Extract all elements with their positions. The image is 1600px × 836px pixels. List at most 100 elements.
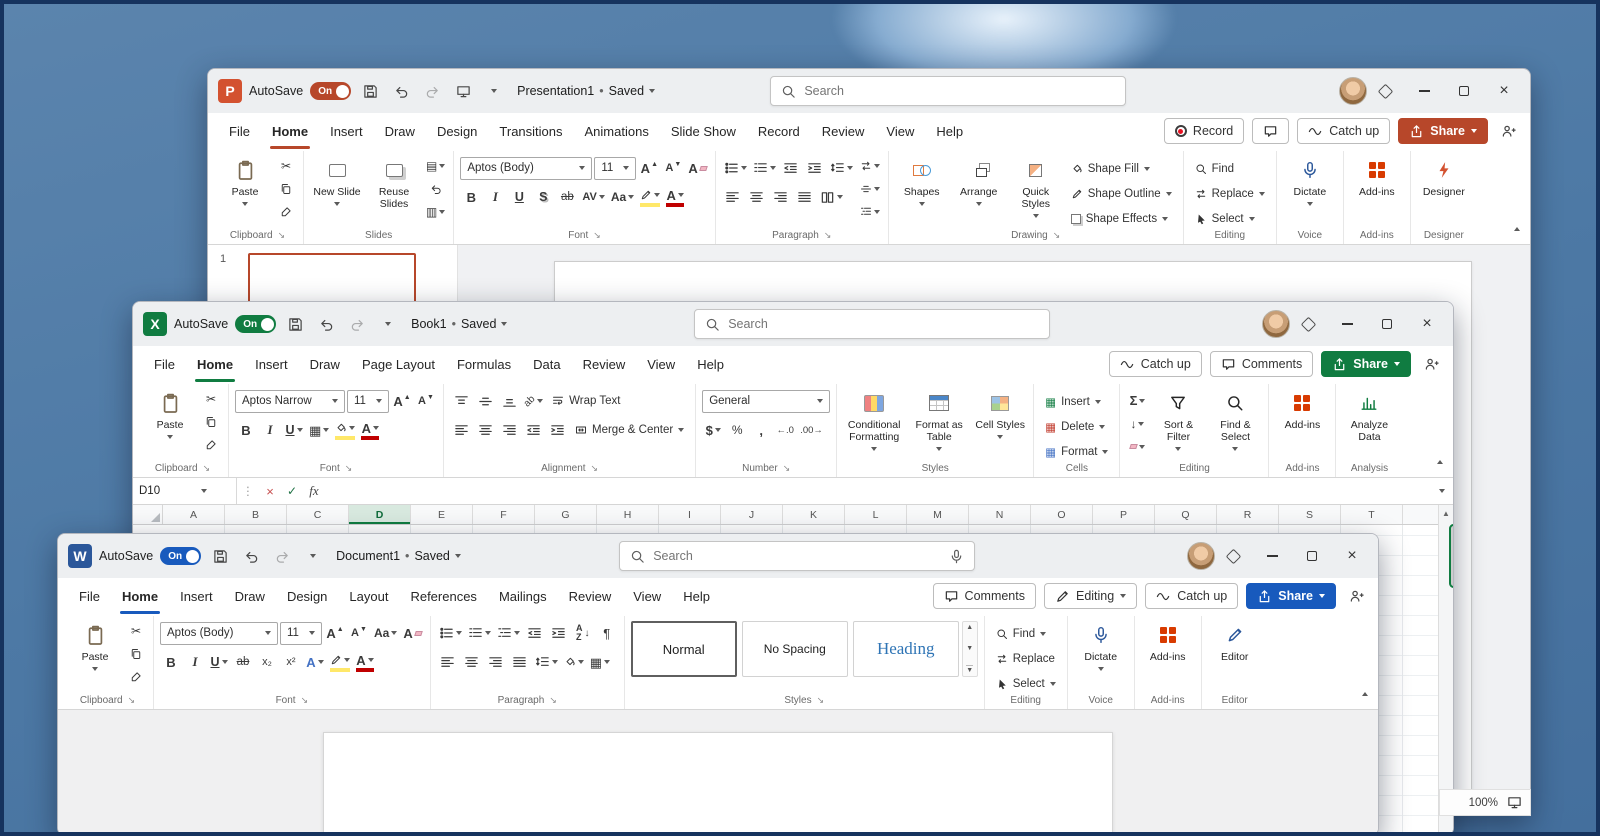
replace-button[interactable]: Replace <box>1190 182 1270 205</box>
decrease-font-size-icon[interactable]: A▼ <box>415 391 437 412</box>
ribbon-tab[interactable]: Design <box>276 578 338 614</box>
presence-person-icon[interactable] <box>1419 352 1443 376</box>
ribbon-tab[interactable]: Home <box>261 113 319 149</box>
ribbon-tab[interactable]: Draw <box>224 578 276 614</box>
underline-icon[interactable]: U <box>283 420 305 441</box>
decrease-font-size-icon[interactable]: A▼ <box>348 623 370 644</box>
delete-cells-button[interactable]: ▦Delete <box>1040 415 1113 438</box>
drawing-dialog-launcher[interactable]: ↘ <box>1053 231 1061 240</box>
align-left-icon[interactable] <box>450 420 472 441</box>
redo-icon[interactable] <box>345 312 369 336</box>
ribbon-tab[interactable]: References <box>399 578 487 614</box>
arrange-button[interactable]: Arrange <box>952 153 1006 225</box>
increase-indent-icon[interactable] <box>546 420 568 441</box>
column-header[interactable]: B <box>225 505 287 524</box>
bold-icon[interactable]: B <box>160 652 182 673</box>
font-color-icon[interactable]: A <box>354 652 376 673</box>
numbering-icon[interactable] <box>751 158 778 179</box>
font-color-icon[interactable]: A <box>664 187 686 208</box>
clear-icon[interactable] <box>1126 436 1148 457</box>
insert-cells-button[interactable]: ▦Insert <box>1040 390 1113 413</box>
new-slide-button[interactable]: New Slide <box>310 153 364 225</box>
share-button[interactable]: Share <box>1246 583 1336 609</box>
cut-icon[interactable]: ✂ <box>125 620 147 641</box>
addins-button[interactable]: Add-ins <box>1141 618 1195 690</box>
column-header[interactable]: O <box>1031 505 1093 524</box>
column-header[interactable]: A <box>163 505 225 524</box>
column-header[interactable]: M <box>907 505 969 524</box>
replace-button[interactable]: Replace <box>991 647 1061 670</box>
column-header[interactable]: S <box>1279 505 1341 524</box>
editor-button[interactable]: Editor <box>1208 618 1262 690</box>
justify-icon[interactable] <box>794 187 816 208</box>
borders-icon[interactable]: ▦ <box>307 420 331 441</box>
vertical-scrollbar[interactable]: ▲ <box>1438 505 1453 835</box>
minimize-button[interactable] <box>1327 305 1367 343</box>
share-button[interactable]: Share <box>1398 118 1488 144</box>
undo-icon[interactable] <box>314 312 338 336</box>
gallery-scroll-down-icon[interactable]: ▼ <box>966 645 973 652</box>
copy-icon[interactable] <box>200 411 222 432</box>
bold-icon[interactable]: B <box>460 187 482 208</box>
align-center-icon[interactable] <box>474 420 496 441</box>
number-format-combo[interactable]: General <box>702 390 830 413</box>
column-header[interactable]: K <box>783 505 845 524</box>
increase-indent-icon[interactable] <box>548 623 570 644</box>
ribbon-tab[interactable]: Review <box>811 113 876 149</box>
decrease-decimal-icon[interactable]: .00→ <box>798 420 825 441</box>
autosave-toggle[interactable]: On <box>235 315 276 333</box>
undo-icon[interactable] <box>239 544 263 568</box>
increase-font-size-icon[interactable]: A▲ <box>391 391 413 412</box>
premium-diamond-icon[interactable] <box>1226 548 1242 564</box>
catch-up-button[interactable]: Catch up <box>1297 118 1390 144</box>
ribbon-tab[interactable]: Review <box>572 346 637 382</box>
presence-person-icon[interactable] <box>1344 584 1368 608</box>
column-header[interactable]: J <box>721 505 783 524</box>
ribbon-tab[interactable]: View <box>875 113 925 149</box>
font-size-combo[interactable]: 11 <box>594 157 636 180</box>
minimize-button[interactable] <box>1404 72 1444 110</box>
name-box-input[interactable] <box>139 485 195 497</box>
search-input[interactable] <box>619 541 975 571</box>
bold-icon[interactable]: B <box>235 420 257 441</box>
font-dialog-launcher[interactable]: ↘ <box>345 464 353 473</box>
style-card[interactable]: Heading <box>853 621 959 677</box>
scroll-up-icon[interactable]: ▲ <box>1439 505 1453 522</box>
gallery-scroll-up-icon[interactable]: ▲ <box>966 624 973 631</box>
ribbon-tab[interactable]: Formulas <box>446 346 522 382</box>
text-effects-icon[interactable]: A <box>304 652 326 673</box>
comments-button[interactable]: Comments <box>1210 351 1313 377</box>
document-page[interactable] <box>323 732 1113 835</box>
dictate-button[interactable]: Dictate <box>1074 618 1128 690</box>
minimize-button[interactable] <box>1252 537 1292 575</box>
paste-button[interactable]: Paste <box>143 386 197 458</box>
document-title[interactable]: Book1 • Saved <box>411 317 507 331</box>
redo-icon[interactable] <box>420 79 444 103</box>
shape-fill-button[interactable]: Shape Fill <box>1066 157 1177 180</box>
ribbon-tab[interactable]: File <box>68 578 111 614</box>
maximize-button[interactable] <box>1292 537 1332 575</box>
text-direction-icon[interactable] <box>858 155 882 176</box>
autosum-icon[interactable]: Σ <box>1126 390 1148 411</box>
underline-icon[interactable]: U <box>508 187 530 208</box>
search-field[interactable] <box>653 549 941 563</box>
ribbon-tab[interactable]: Layout <box>338 578 399 614</box>
format-as-table-button[interactable]: Format as Table <box>908 386 970 458</box>
zoom-level[interactable]: 100% <box>1469 797 1498 809</box>
reuse-slides-button[interactable]: Reuse Slides <box>367 153 421 225</box>
maximize-button[interactable] <box>1444 72 1484 110</box>
comma-style-icon[interactable]: , <box>750 420 772 441</box>
slide-layout-icon[interactable]: ▤ <box>424 155 447 176</box>
font-name-combo[interactable]: Aptos (Body) <box>460 157 592 180</box>
avatar[interactable] <box>1262 310 1290 338</box>
column-header[interactable]: L <box>845 505 907 524</box>
font-name-combo[interactable]: Aptos Narrow <box>235 390 345 413</box>
change-case-icon[interactable]: Aa <box>609 187 636 208</box>
paste-button[interactable]: Paste <box>68 618 122 690</box>
percent-style-icon[interactable]: % <box>726 420 748 441</box>
decrease-indent-icon[interactable] <box>524 623 546 644</box>
quick-access-chevron-icon[interactable] <box>482 79 506 103</box>
columns-icon[interactable] <box>818 187 845 208</box>
increase-font-size-icon[interactable]: A▲ <box>638 158 660 179</box>
presence-person-icon[interactable] <box>1496 119 1520 143</box>
